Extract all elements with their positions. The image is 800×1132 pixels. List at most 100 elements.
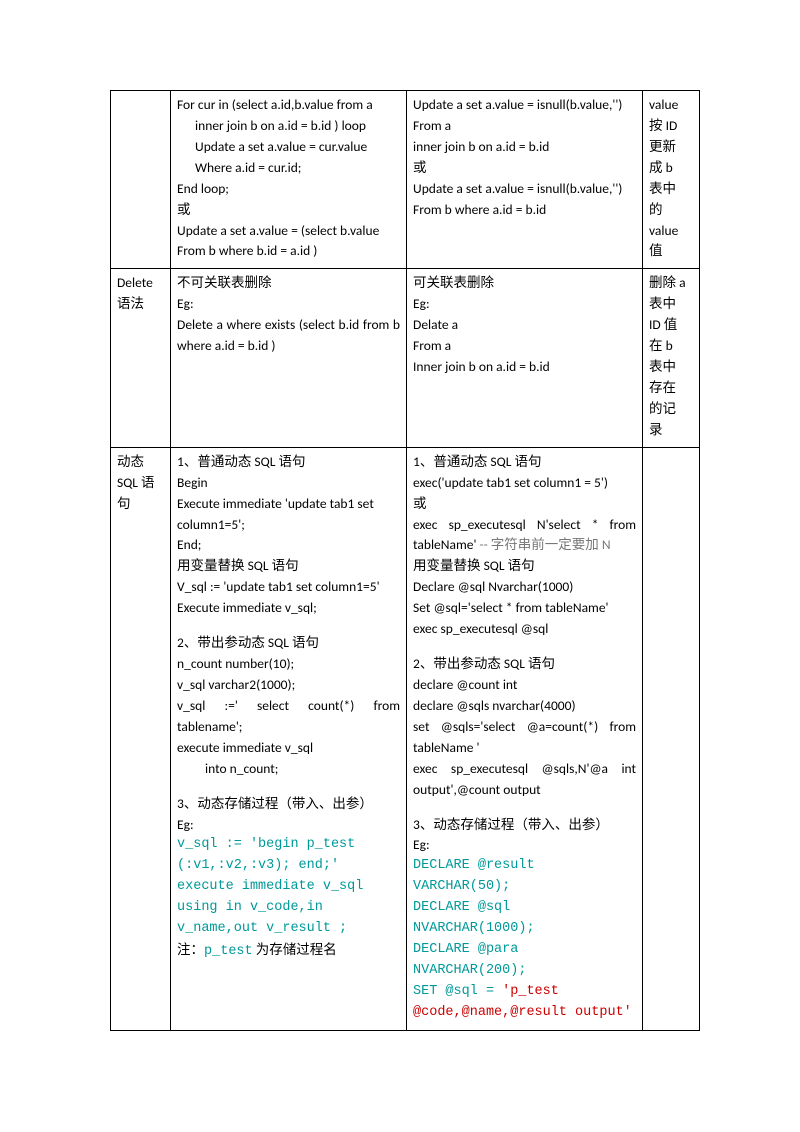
text-line: 值 xyxy=(649,241,693,262)
text-line: value xyxy=(649,221,693,242)
text-line: 存在 xyxy=(649,378,693,399)
text-line: SQL 语 xyxy=(117,473,164,494)
text-line: Eg: xyxy=(177,815,400,836)
sqlserver-cell: 1、普通动态 SQL 语句exec('update tab1 set colum… xyxy=(407,447,643,1030)
text-line: Eg: xyxy=(413,294,636,315)
text-line: Set @sql='select * from tableName' xyxy=(413,598,636,619)
table-row: Delete语法不可关联表删除Eg:Delete a where exists … xyxy=(111,269,700,447)
text-line: From a xyxy=(413,336,636,357)
text-line: 表中 xyxy=(649,179,693,200)
text-line: Inner join b on a.id = b.id xyxy=(413,357,636,378)
text-line: value xyxy=(649,95,693,116)
text-line: 的 xyxy=(649,200,693,221)
row-label-cell: 动态SQL 语句 xyxy=(111,447,171,1030)
text-line: declare @sqls nvarchar(4000) xyxy=(413,696,636,717)
note-cell: value按 ID更新成 b表中的value值 xyxy=(643,91,700,269)
text-line: 录 xyxy=(649,420,693,441)
text-line: @code,@name,@result output' xyxy=(413,1003,636,1024)
text-line: 更新 xyxy=(649,137,693,158)
text-line: Execute immediate 'update tab1 set colum… xyxy=(177,494,400,536)
text-line: 或 xyxy=(413,494,636,515)
text-line: (:v1,:v2,:v3); end;' xyxy=(177,856,400,877)
text-line: 在 b xyxy=(649,336,693,357)
text-line: NVARCHAR(1000); xyxy=(413,919,636,940)
note-cell: 删除 a表中ID 值在 b表中存在的记录 xyxy=(643,269,700,447)
text-line: 注：p_test 为存储过程名 xyxy=(177,940,400,963)
text-line: For cur in (select a.id,b.value from a xyxy=(177,95,400,116)
text-line: v_sql := 'begin p_test xyxy=(177,835,400,856)
sql-comparison-table: For cur in (select a.id,b.value from ain… xyxy=(110,90,700,1031)
text-line: into n_count; xyxy=(177,759,400,780)
table-row: For cur in (select a.id,b.value from ain… xyxy=(111,91,700,269)
oracle-cell: 1、普通动态 SQL 语句BeginExecute immediate 'upd… xyxy=(171,447,407,1030)
table-row: 动态SQL 语句1、普通动态 SQL 语句BeginExecute immedi… xyxy=(111,447,700,1030)
text-line: Eg: xyxy=(413,835,636,856)
text-line: exec sp_executesql @sqls,N'@a int output… xyxy=(413,759,636,801)
text-line: 成 b xyxy=(649,158,693,179)
text-line: End; xyxy=(177,535,400,556)
text-line: 删除 a xyxy=(649,273,693,294)
row-label-cell: Delete语法 xyxy=(111,269,171,447)
text-line: using in v_code,in xyxy=(177,898,400,919)
text-line: Update a set a.value = cur.value xyxy=(177,137,400,158)
text-line: 动态 xyxy=(117,452,164,473)
text-line: v_sql :=' select count(*) from tablename… xyxy=(177,696,400,738)
text-line: 不可关联表删除 xyxy=(177,273,400,294)
text-line: 1、普通动态 SQL 语句 xyxy=(413,452,636,473)
text-line: 或 xyxy=(413,158,636,179)
text-line: DECLARE @result xyxy=(413,856,636,877)
text-line: inner join b on a.id = b.id xyxy=(413,137,636,158)
text-line: 用变量替换 SQL 语句 xyxy=(413,556,636,577)
row-label-cell xyxy=(111,91,171,269)
text-line: 1、普通动态 SQL 语句 xyxy=(177,452,400,473)
text-line: v_name,out v_result ; xyxy=(177,919,400,940)
text-line: 3、动态存储过程（带入、出参） xyxy=(177,794,400,815)
text-line: Eg: xyxy=(177,294,400,315)
text-line: VARCHAR(50); xyxy=(413,877,636,898)
text-line: Delate a xyxy=(413,315,636,336)
text-line: execute immediate v_sql xyxy=(177,738,400,759)
text-line: 的记 xyxy=(649,399,693,420)
text-line: From b where a.id = b.id xyxy=(413,200,636,221)
text-line: 2、带出参动态 SQL 语句 xyxy=(177,633,400,654)
text-line xyxy=(413,801,636,815)
text-line: 2、带出参动态 SQL 语句 xyxy=(413,654,636,675)
text-line: Delete xyxy=(117,273,164,294)
text-line: 或 xyxy=(177,200,400,221)
text-line: DECLARE @para xyxy=(413,940,636,961)
text-line: End loop; xyxy=(177,179,400,200)
text-line: Where a.id = cur.id; xyxy=(177,158,400,179)
text-line: ID 值 xyxy=(649,315,693,336)
text-line: Declare @sql Nvarchar(1000) xyxy=(413,577,636,598)
text-line: exec('update tab1 set column1 = 5') xyxy=(413,473,636,494)
text-line: 用变量替换 SQL 语句 xyxy=(177,556,400,577)
note-cell xyxy=(643,447,700,1030)
text-line: 可关联表删除 xyxy=(413,273,636,294)
text-line xyxy=(177,619,400,633)
text-line: V_sql := 'update tab1 set column1=5' xyxy=(177,577,400,598)
sqlserver-cell: 可关联表删除Eg:Delate aFrom aInner join b on a… xyxy=(407,269,643,447)
text-line: Begin xyxy=(177,473,400,494)
text-line: declare @count int xyxy=(413,675,636,696)
text-line: 3、动态存储过程（带入、出参） xyxy=(413,815,636,836)
oracle-cell: 不可关联表删除Eg:Delete a where exists (select … xyxy=(171,269,407,447)
text-line: Update a set a.value = (select b.value xyxy=(177,221,400,242)
text-line: inner join b on a.id = b.id ) loop xyxy=(177,116,400,137)
text-line: From a xyxy=(413,116,636,137)
text-line: 语法 xyxy=(117,294,164,315)
text-line: n_count number(10); xyxy=(177,654,400,675)
text-line: exec sp_executesql @sql xyxy=(413,619,636,640)
text-line: 表中 xyxy=(649,357,693,378)
text-line: set @sqls='select @a=count(*) from table… xyxy=(413,717,636,759)
text-line: Update a set a.value = isnull(b.value,''… xyxy=(413,95,636,116)
document-page: For cur in (select a.id,b.value from ain… xyxy=(0,0,800,1132)
text-line: v_sql varchar2(1000); xyxy=(177,675,400,696)
text-line: SET @sql = 'p_test xyxy=(413,982,636,1003)
text-line: 句 xyxy=(117,494,164,515)
text-line: 表中 xyxy=(649,294,693,315)
text-line: execute immediate v_sql xyxy=(177,877,400,898)
text-line: DECLARE @sql xyxy=(413,898,636,919)
text-line: NVARCHAR(200); xyxy=(413,961,636,982)
text-line: Update a set a.value = isnull(b.value,''… xyxy=(413,179,636,200)
text-line xyxy=(177,780,400,794)
